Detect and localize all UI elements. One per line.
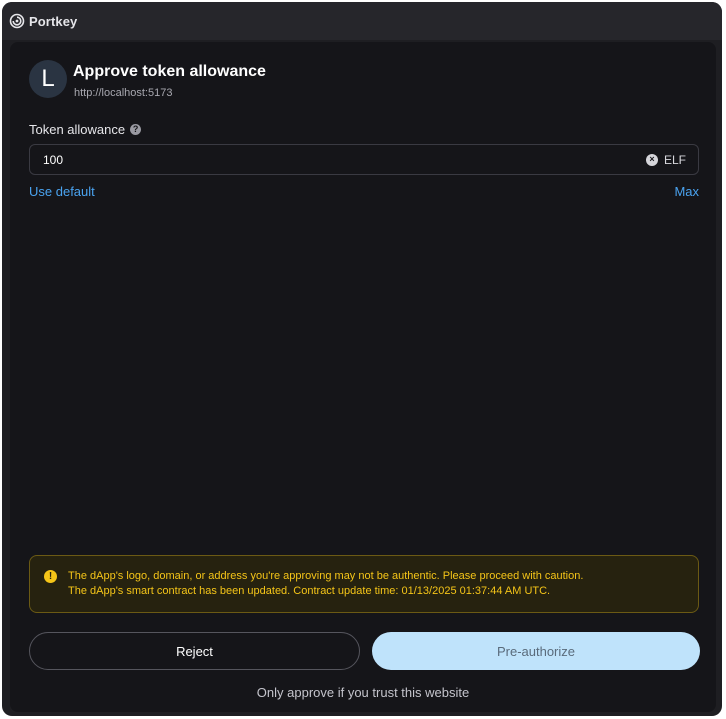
dapp-url: http://localhost:5173 xyxy=(74,87,173,99)
warning-icon: ! xyxy=(44,570,57,583)
dapp-avatar: L xyxy=(29,60,67,98)
token-allowance-label: Token allowance ? xyxy=(29,122,142,137)
token-allowance-field: × ELF xyxy=(29,144,699,175)
warning-text: The dApp's logo, domain, or address you'… xyxy=(68,569,583,599)
pre-authorize-button[interactable]: Pre-authorize xyxy=(372,632,700,670)
warning-line-contract-update: The dApp's smart contract has been updat… xyxy=(68,585,551,597)
token-allowance-label-text: Token allowance xyxy=(29,122,126,137)
max-link[interactable]: Max xyxy=(674,184,699,199)
title-bar: Portkey xyxy=(2,2,722,40)
page-title: Approve token allowance xyxy=(73,63,266,80)
approval-panel: L Approve token allowance http://localho… xyxy=(10,42,716,712)
token-symbol: ELF xyxy=(663,152,686,167)
warning-banner: ! The dApp's logo, domain, or address yo… xyxy=(29,555,699,613)
token-allowance-input[interactable] xyxy=(30,144,646,175)
reject-button[interactable]: Reject xyxy=(29,632,360,670)
trust-note: Only approve if you trust this website xyxy=(256,685,470,700)
app-name: Portkey xyxy=(29,13,78,29)
help-icon[interactable]: ? xyxy=(130,124,142,135)
clear-icon[interactable]: × xyxy=(645,153,658,166)
warning-line-authenticity: The dApp's logo, domain, or address you'… xyxy=(68,570,584,582)
extension-window: Portkey L Approve token allowance http:/… xyxy=(2,2,722,716)
use-default-link[interactable]: Use default xyxy=(29,184,95,199)
portkey-logo-icon xyxy=(9,13,25,29)
